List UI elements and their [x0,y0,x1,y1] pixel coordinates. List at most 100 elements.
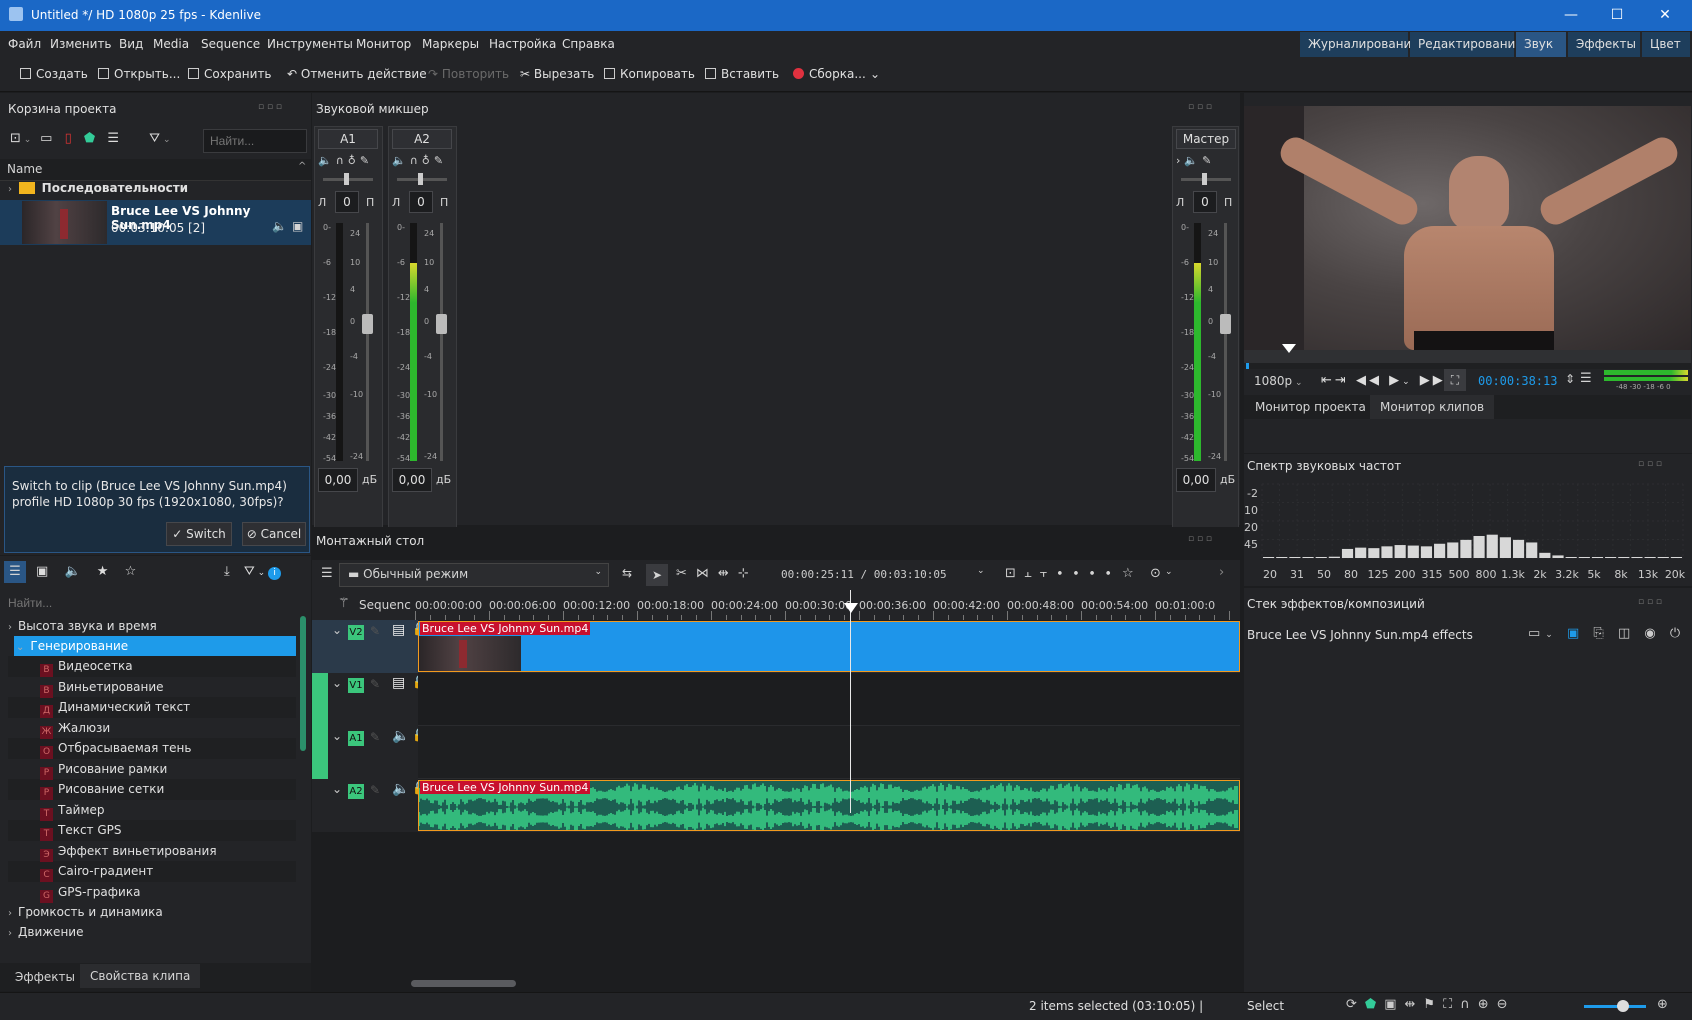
panel-dock-buttons[interactable]: ▫ ▫ ▫ [1638,597,1662,607]
monitor-zone-bar[interactable] [1244,363,1691,369]
video-icon[interactable]: ▣ [1384,997,1404,1012]
menu-settings[interactable]: Настройка [489,37,556,51]
panel-dock-buttons[interactable]: ▫ ▫ ▫ [258,102,282,112]
effect-category[interactable]: › Высота звука и время [8,616,296,636]
overwrite-icon[interactable]: ⫟ [1040,566,1056,581]
effect-item[interactable]: Э Эффект виньетирования [8,840,296,862]
speaker-icon[interactable]: 🔈 [392,728,409,744]
chevron-down-icon[interactable]: ⌄ [1165,567,1173,577]
gain-value-field[interactable]: 0,00 [392,468,432,492]
spacer-tool-icon[interactable]: ⋈ [696,566,718,581]
track-lane-a2[interactable]: Bruce Lee VS Johnny Sun.mp4 [418,779,1240,832]
effects-scrollbar[interactable] [300,616,306,751]
switch-button[interactable]: ✓ Switch [166,522,232,546]
track-header-a2[interactable]: ⌄A2✎🔈🔓 [312,779,427,832]
effect-item[interactable]: Т Текст GPS [8,820,296,841]
track-name-badge[interactable]: V1 [348,678,364,693]
menu-markers[interactable]: Маркеры [422,37,479,51]
channel-name-a1[interactable]: A1 [318,129,378,149]
refresh-icon[interactable]: ⟳ [1346,997,1365,1012]
effect-category[interactable]: ⌄ Генерирование [14,636,296,656]
close-button[interactable]: ✕ [1656,6,1674,24]
bin-search-input[interactable] [203,129,307,153]
wand-icon[interactable]: ✎ [360,154,370,167]
menu-edit[interactable]: Изменить [50,37,112,51]
split-compare-icon[interactable]: ▣ [1567,626,1584,641]
resolution-select[interactable]: 1080p ⌄ [1254,374,1303,388]
render-dropdown-chevron-icon[interactable]: ⌄ [870,67,880,81]
mute-icon[interactable]: 🔈 [392,154,407,167]
panel-dock-buttons[interactable]: ▫ ▫ ▫ [1638,459,1662,469]
eye-icon[interactable]: ◉ [1644,626,1660,641]
audio-effects-icon[interactable]: 🔈 [64,564,80,579]
headphones-icon[interactable]: ∩ [410,154,419,167]
timeline-position[interactable]: 00:00:25:11 / 00:03:10:05 [781,568,947,581]
save-stack-icon[interactable]: ⎘ [1593,626,1608,641]
track-target-bar[interactable] [312,726,328,779]
film-icon[interactable]: ▤ [392,675,405,691]
zoom-slider[interactable] [1584,1005,1646,1008]
edit-mode-select[interactable]: ▬ Обычный режим ⌄ [339,563,609,587]
download-icon[interactable]: ⤓ [224,564,230,579]
minimize-button[interactable]: — [1562,6,1580,24]
mute-icon[interactable]: 🔈 [1184,154,1199,167]
wand-icon[interactable]: ✎ [434,154,444,167]
chevron-down-icon[interactable]: ⌄ [977,566,985,576]
maximize-button[interactable]: ☐ [1608,6,1626,24]
monitor-playhead[interactable] [1281,344,1296,353]
effects-wand-icon[interactable]: ✎ [370,783,380,797]
power-icon[interactable]: ⏻ [1670,626,1685,641]
track-name-badge[interactable]: A2 [348,784,364,799]
effect-item[interactable]: Р Рисование сетки [8,779,296,800]
chevron-down-icon[interactable]: ⌄ [160,135,171,145]
insert-icon[interactable]: ⫠ [1024,566,1040,581]
effects-search-input[interactable] [2,591,308,615]
effect-item[interactable]: Ж Жалюзи [8,717,296,739]
zoom-slider-handle[interactable] [1617,1000,1629,1012]
effect-item[interactable]: В Виньетирование [8,676,296,698]
list-view-icon[interactable]: ☰ [4,561,26,583]
open-button[interactable]: Открыть... [98,67,180,81]
effect-item[interactable]: Р Рисование рамки [8,758,296,780]
fit-zoom-icon[interactable]: ⛶ [1444,369,1466,391]
bin-clip-row[interactable]: Bruce Lee VS Johnny Sun.mp4 00:03:10:05 … [0,200,311,245]
microphone-icon[interactable]: ♁ [422,154,431,167]
marker-icon[interactable]: ⚑ [1423,997,1443,1012]
timeline-playhead[interactable] [844,603,858,613]
menu-file[interactable]: Файл [8,37,41,51]
split-audio-icon[interactable]: ⇹ [1405,997,1424,1012]
timeline-clip[interactable]: Bruce Lee VS Johnny Sun.mp4 [418,780,1240,831]
fader-handle[interactable] [436,314,447,334]
wand-icon[interactable]: ✎ [1202,154,1212,167]
effects-wand-icon[interactable]: ✎ [370,677,380,691]
menu-tools[interactable]: Инструменты [267,37,353,51]
create-button[interactable]: Создать [20,67,88,81]
fader-handle[interactable] [1220,314,1231,334]
filter-icon[interactable]: ⛛ [244,564,255,579]
speaker-icon[interactable]: 🔈 [392,781,409,797]
microphone-icon[interactable]: ♁ [348,154,357,167]
razor-tool-icon[interactable]: ✂ [676,566,696,581]
slip-tool-icon[interactable]: ⇹ [718,566,738,581]
track-name-badge[interactable]: A1 [348,731,364,746]
chevron-down-icon[interactable]: ⌄ [1545,630,1558,640]
menu-sequence[interactable]: Sequence [201,37,260,51]
pan-value-field[interactable]: 0 [1193,191,1217,213]
layout-tab-logging[interactable]: Журналирование [1300,32,1419,57]
pan-value-field[interactable]: 0 [335,191,359,213]
timeline-h-scrollbar[interactable] [411,980,516,987]
filter-icon[interactable]: ⛛ [149,131,160,146]
layout-tab-audio[interactable]: Звук [1516,32,1566,57]
collapse-icon[interactable]: ◫ [1618,626,1635,641]
menu-monitor[interactable]: Монитор [356,37,411,51]
select-tool-icon[interactable]: ➤ [646,564,668,586]
new-folder-icon[interactable]: ▭ [40,131,52,146]
tag-icon[interactable]: ⬟ [84,131,95,146]
copy-button[interactable]: Копировать [604,67,695,81]
effect-category[interactable]: › Движение [8,922,296,942]
track-name-badge[interactable]: V2 [348,625,364,640]
menu-media[interactable]: Media [153,37,189,51]
name-column-header[interactable]: Name [7,162,42,176]
fader-track[interactable] [366,223,369,461]
pan-slider-handle[interactable] [418,173,423,185]
